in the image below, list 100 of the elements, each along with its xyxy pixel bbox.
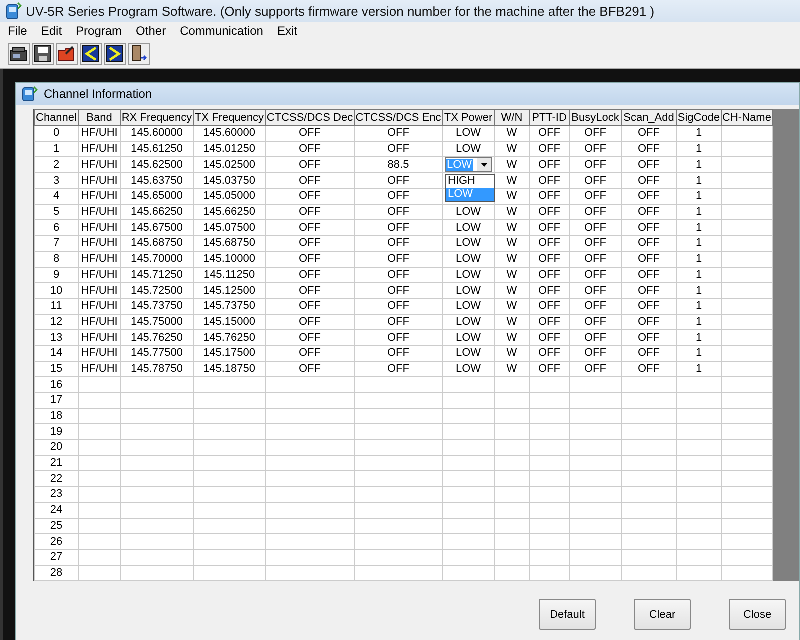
table-cell: 16 [34, 376, 78, 392]
table-cell: 88.5 [354, 156, 442, 173]
table-cell: OFF [354, 172, 442, 189]
menu-item[interactable]: Edit [41, 24, 62, 38]
table-cell: OFF [530, 188, 570, 204]
table-cell: W [494, 172, 530, 189]
table-cell: OFF [530, 204, 570, 220]
table-cell: 145.67500 [120, 220, 194, 236]
table-cell: OFF [530, 156, 570, 173]
dialog-button[interactable]: Default [539, 599, 596, 630]
column-header[interactable]: SigCode [676, 110, 722, 126]
window-title: UV-5R Series Program Software. (Only supports firmware version number for the machine after the BFB291 ) [26, 4, 655, 18]
table-cell: OFF [622, 282, 676, 298]
toolbar-button[interactable] [128, 43, 150, 65]
table-cell: 6 [34, 220, 78, 236]
table-cell: OFF [622, 361, 676, 377]
table-cell: OFF [622, 298, 676, 314]
column-header[interactable]: Scan_Add [622, 110, 676, 126]
table-cell: OFF [622, 330, 676, 346]
table-cell: OFF [530, 172, 570, 189]
table-cell: OFF [622, 156, 676, 173]
column-header[interactable]: BusyLock [570, 110, 622, 126]
table-cell: 145.15000 [194, 314, 266, 330]
table-cell: 145.18750 [194, 361, 266, 377]
table-cell: OFF [354, 236, 442, 252]
table-cell: HF/UHI [78, 188, 120, 204]
table-cell: 145.73750 [120, 298, 194, 314]
table-cell: 1 [676, 141, 722, 157]
column-header[interactable]: RX Frequency [120, 110, 194, 126]
table-cell: 2 [34, 156, 78, 173]
table-cell: OFF [570, 251, 622, 267]
column-header[interactable]: CTCSS/DCS Enc [354, 110, 442, 126]
dialog-button[interactable]: Clear [634, 599, 691, 630]
table-cell: 5 [34, 204, 78, 220]
table-cell: HF/UHI [78, 236, 120, 252]
column-header[interactable]: Channel [34, 110, 78, 126]
column-header[interactable]: CTCSS/DCS Dec [266, 110, 354, 126]
table-cell: OFF [266, 141, 354, 157]
table-cell: OFF [622, 220, 676, 236]
table-cell: OFF [354, 267, 442, 283]
table-cell: 20 [34, 440, 78, 456]
table-cell: 0 [34, 126, 78, 142]
table-cell: HF/UHI [78, 330, 120, 346]
table-cell: OFF [622, 267, 676, 283]
dropdown-value: LOW [446, 158, 474, 171]
table-cell: 1 [676, 126, 722, 142]
table-cell: OFF [266, 236, 354, 252]
table-cell: OFF [354, 188, 442, 204]
table-cell: OFF [570, 141, 622, 157]
table-cell: OFF [570, 220, 622, 236]
toolbar-button[interactable] [8, 43, 30, 65]
table-cell: 145.01250 [194, 141, 266, 157]
table-cell: OFF [530, 267, 570, 283]
menu-item[interactable]: File [8, 24, 28, 38]
table-cell: 17 [34, 392, 78, 408]
toolbar-button[interactable] [32, 43, 54, 65]
menu-item[interactable]: Other [136, 24, 166, 38]
table-cell: 1 [676, 314, 722, 330]
transfer-left-icon [82, 45, 100, 63]
menu-item[interactable]: Program [76, 24, 122, 38]
table-cell: OFF [266, 172, 354, 189]
column-header[interactable]: CH-Name [722, 110, 772, 126]
table-cell: W [494, 126, 530, 142]
toolbar-button[interactable] [56, 43, 78, 65]
dialog-button[interactable]: Close [729, 599, 786, 630]
table-cell: LOW [442, 267, 494, 283]
menu-item[interactable]: Communication [180, 24, 264, 38]
folder-icon [58, 45, 76, 63]
table-cell: OFF [354, 251, 442, 267]
table-cell: OFF [570, 298, 622, 314]
table-cell: LOW [442, 345, 494, 362]
table-cell: OFF [266, 126, 354, 142]
table-cell: OFF [530, 298, 570, 314]
table-cell: 14 [34, 345, 78, 362]
column-header[interactable]: TX Frequency [194, 110, 266, 126]
table-cell: 1 [676, 236, 722, 252]
table-cell: 9 [34, 267, 78, 283]
column-header[interactable]: W/N [494, 110, 530, 126]
table-cell: HF/UHI [78, 282, 120, 298]
table-cell: 25 [34, 518, 78, 534]
menu-item[interactable]: Exit [277, 24, 298, 38]
table-cell: 18 [34, 408, 78, 424]
toolbar-button[interactable] [80, 43, 102, 65]
table-cell: 145.07500 [194, 220, 266, 236]
table-cell: 145.72500 [120, 282, 194, 298]
column-header[interactable]: Band [78, 110, 120, 126]
table-cell: 15 [34, 361, 78, 377]
table-cell: HF/UHI [78, 314, 120, 330]
table-cell: 145.77500 [120, 345, 194, 362]
table-cell: 22 [34, 470, 78, 487]
table-cell: OFF [266, 220, 354, 236]
toolbar-button[interactable] [104, 43, 126, 65]
table-cell: 1 [676, 267, 722, 283]
table-cell: 145.66250 [194, 204, 266, 220]
table-cell: OFF [530, 314, 570, 330]
column-header[interactable]: TX Power [442, 110, 494, 126]
column-header[interactable]: PTT-ID [530, 110, 570, 126]
table-cell: OFF [530, 282, 570, 298]
table-cell: 1 [34, 141, 78, 157]
table-cell: OFF [266, 282, 354, 298]
